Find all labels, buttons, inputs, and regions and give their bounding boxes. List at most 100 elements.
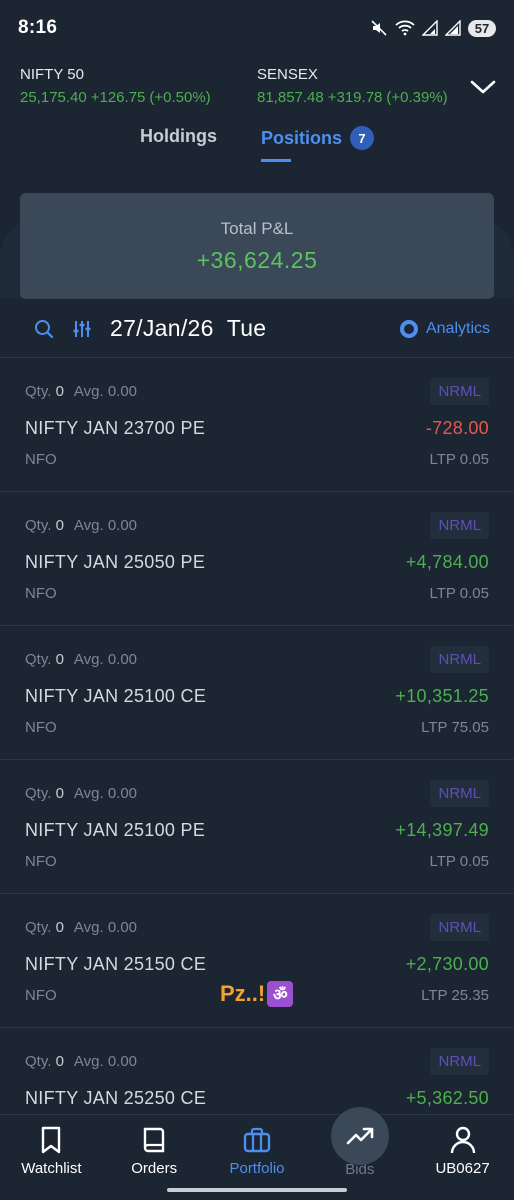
signal-icon — [445, 20, 461, 36]
position-pnl: +5,362.50 — [405, 1087, 489, 1108]
avg-value: 0.00 — [107, 382, 138, 400]
tab-label: Holdings — [139, 126, 217, 146]
qty-label: Qty. — [25, 382, 52, 400]
sticker-text: Pz..! — [220, 981, 266, 1006]
position-row[interactable]: Qty. 0 Avg. 0.00 NRML NIFTY JAN 25100 CE … — [0, 626, 514, 760]
position-symbol: NIFTY JAN 25150 CE — [25, 953, 207, 974]
qty-value: 0 — [55, 918, 64, 936]
battery-indicator: 57 — [468, 19, 496, 37]
position-row[interactable]: Qty. 0 Avg. 0.00 NRML NIFTY JAN 23700 PE … — [0, 358, 514, 492]
total-pnl-card: Total P&L +36,624.25 — [20, 193, 494, 299]
position-symbol: NIFTY JAN 25100 PE — [25, 819, 206, 840]
nav-label: Orders — [131, 1160, 178, 1177]
position-ltp: LTP 0.05 — [429, 852, 490, 870]
product-badge: NRML — [430, 913, 489, 941]
position-row[interactable]: Qty. 0 Avg. 0.00 NRML NIFTY JAN 25150 CE … — [0, 894, 514, 1028]
position-pnl: +4,784.00 — [405, 551, 489, 572]
chevron-down-icon — [470, 80, 496, 94]
index-change: +319.78 — [327, 89, 383, 106]
position-exchange: NFO — [25, 450, 57, 468]
qty-label: Qty. — [25, 784, 52, 802]
position-row[interactable]: Qty. 0 Avg. 0.00 NRML NIFTY JAN 25100 PE … — [0, 760, 514, 894]
position-symbol: NIFTY JAN 25050 PE — [25, 551, 206, 572]
product-badge: NRML — [430, 779, 489, 807]
status-time: 8:16 — [18, 17, 58, 38]
total-pnl-value: +36,624.25 — [196, 246, 318, 273]
position-symbol: NIFTY JAN 25100 CE — [25, 685, 207, 706]
position-row[interactable]: Qty. 0 Avg. 0.00 NRML NIFTY JAN 25050 PE … — [0, 492, 514, 626]
analytics-button[interactable]: Analytics — [399, 319, 490, 339]
product-badge: NRML — [430, 645, 489, 673]
briefcase-icon — [243, 1127, 271, 1153]
qty-label: Qty. — [25, 650, 52, 668]
qty-label: Qty. — [25, 1052, 52, 1070]
index-name: NIFTY 50 — [20, 66, 84, 83]
nav-orders[interactable]: Orders — [106, 1125, 202, 1177]
position-pnl: +10,351.25 — [395, 685, 489, 706]
date-selector[interactable]: 27/Jan/26 Tue — [110, 315, 266, 342]
qty-label: Qty. — [25, 918, 52, 936]
wifi-icon — [395, 20, 415, 36]
position-pnl: +14,397.49 — [395, 819, 489, 840]
selected-date: 27/Jan/26 — [110, 315, 214, 341]
sticker-overlay: Pz..! ॐ — [220, 981, 294, 1007]
analytics-icon — [399, 319, 418, 338]
positions-count-badge: 7 — [350, 126, 374, 150]
trend-up-icon — [346, 1127, 374, 1145]
home-indicator — [167, 1188, 347, 1192]
avg-label: Avg. — [73, 1052, 104, 1070]
signal-icon — [422, 20, 438, 36]
position-exchange: NFO — [25, 584, 57, 602]
tab-positions[interactable]: Positions 7 — [260, 126, 374, 162]
avg-label: Avg. — [73, 784, 104, 802]
qty-value: 0 — [55, 382, 64, 400]
qty-value: 0 — [55, 516, 64, 534]
index-change-pct: (+0.50%) — [149, 89, 211, 106]
index-sensex[interactable]: SENSEX 81,857.48 +319.78 (+0.39%) — [257, 66, 484, 114]
bookmark-icon — [42, 1126, 61, 1154]
index-change: +126.75 — [90, 89, 146, 106]
position-pnl: +2,730.00 — [405, 953, 489, 974]
position-exchange: NFO — [25, 852, 57, 870]
avg-label: Avg. — [73, 650, 104, 668]
status-icons: 57 — [370, 19, 496, 37]
position-exchange: NFO — [25, 718, 57, 736]
filter-icon[interactable] — [72, 319, 92, 339]
avg-label: Avg. — [73, 918, 104, 936]
product-badge: NRML — [430, 511, 489, 539]
index-name: SENSEX — [257, 66, 318, 83]
nav-label: Watchlist — [21, 1160, 82, 1177]
index-value: 81,857.48 — [257, 89, 324, 106]
position-ltp: LTP 75.05 — [421, 718, 489, 736]
avg-value: 0.00 — [107, 784, 138, 802]
index-change-pct: (+0.39%) — [386, 89, 448, 106]
nav-label: Portfolio — [229, 1160, 285, 1177]
positions-toolbar: 27/Jan/26 Tue Analytics — [0, 300, 514, 358]
position-ltp: LTP 25.35 — [421, 986, 489, 1004]
index-ticker: NIFTY 50 25,175.40 +126.75 (+0.50%) SENSEX… — [0, 56, 514, 114]
nav-bids[interactable]: Bids — [312, 1107, 408, 1178]
avg-value: 0.00 — [107, 1052, 138, 1070]
product-badge: NRML — [430, 1047, 489, 1075]
index-nifty[interactable]: NIFTY 50 25,175.40 +126.75 (+0.50%) — [20, 66, 247, 114]
position-ltp: LTP 0.05 — [429, 450, 490, 468]
position-symbol: NIFTY JAN 25250 CE — [25, 1087, 207, 1108]
nav-portfolio[interactable]: Portfolio — [209, 1125, 305, 1177]
tab-holdings[interactable]: Holdings — [140, 126, 217, 159]
position-pnl: -728.00 — [425, 417, 489, 438]
avg-value: 0.00 — [107, 918, 138, 936]
position-exchange: NFO — [25, 986, 57, 1004]
nav-label: UB0627 — [435, 1160, 490, 1177]
nav-account[interactable]: UB0627 — [415, 1125, 511, 1177]
product-badge: NRML — [430, 377, 489, 405]
analytics-label: Analytics — [425, 319, 490, 337]
expand-indices-button[interactable] — [466, 70, 500, 104]
status-bar: 8:16 57 — [0, 0, 514, 56]
search-icon[interactable] — [34, 319, 54, 339]
qty-label: Qty. — [25, 516, 52, 534]
selected-day: Tue — [226, 315, 267, 341]
bids-fab[interactable] — [330, 1107, 389, 1165]
book-icon — [143, 1127, 165, 1153]
position-symbol: NIFTY JAN 23700 PE — [25, 417, 206, 438]
nav-watchlist[interactable]: Watchlist — [3, 1125, 99, 1177]
